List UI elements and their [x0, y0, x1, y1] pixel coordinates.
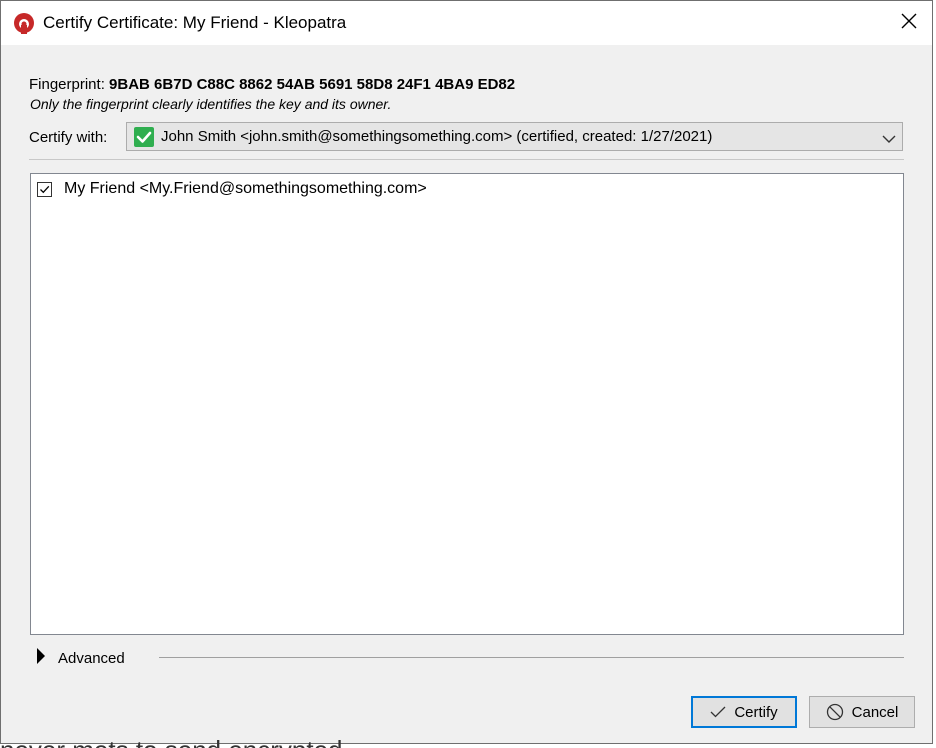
certify-dialog: Certify Certificate: My Friend - Kleopat… [0, 0, 933, 744]
fingerprint-value: 9BAB 6B7D C88C 8862 54AB 5691 58D8 24F1 … [109, 76, 516, 93]
fingerprint-line: Fingerprint: 9BAB 6B7D C88C 8862 54AB 56… [29, 76, 515, 93]
certify-button[interactable]: Certify [691, 696, 797, 728]
window-title: Certify Certificate: My Friend - Kleopat… [43, 13, 347, 32]
background-document-text: never mets to send encrypted [0, 737, 343, 748]
list-item[interactable]: My Friend <My.Friend@somethingsomething.… [37, 179, 427, 199]
triangle-right-icon [36, 647, 46, 670]
kleopatra-icon [13, 12, 35, 34]
checkmark-icon [710, 706, 726, 718]
close-icon [901, 13, 917, 34]
title-bar: Certify Certificate: My Friend - Kleopat… [1, 1, 932, 45]
certify-with-label: Certify with: [29, 129, 108, 146]
cancel-button[interactable]: Cancel [809, 696, 915, 728]
checkmark-icon [40, 185, 50, 193]
advanced-toggle[interactable]: Advanced [36, 647, 125, 669]
certify-with-dropdown[interactable]: John Smith <john.smith@somethingsomethin… [126, 122, 903, 151]
user-id-checkbox[interactable] [37, 181, 52, 197]
advanced-label: Advanced [58, 649, 125, 667]
fingerprint-label: Fingerprint: [29, 76, 105, 93]
advanced-separator [159, 657, 904, 658]
cancel-icon [826, 703, 843, 721]
user-id-label: My Friend <My.Friend@somethingsomething.… [64, 180, 427, 197]
fingerprint-hint: Only the fingerprint clearly identifies … [30, 96, 392, 112]
certify-button-label: Certify [734, 703, 778, 721]
user-id-list: My Friend <My.Friend@somethingsomething.… [30, 173, 904, 635]
certify-with-selected: John Smith <john.smith@somethingsomethin… [161, 128, 713, 145]
certified-check-icon [134, 127, 154, 147]
separator [29, 159, 904, 160]
close-button[interactable] [886, 1, 932, 45]
chevron-down-icon [882, 131, 896, 143]
cancel-button-label: Cancel [851, 703, 899, 721]
